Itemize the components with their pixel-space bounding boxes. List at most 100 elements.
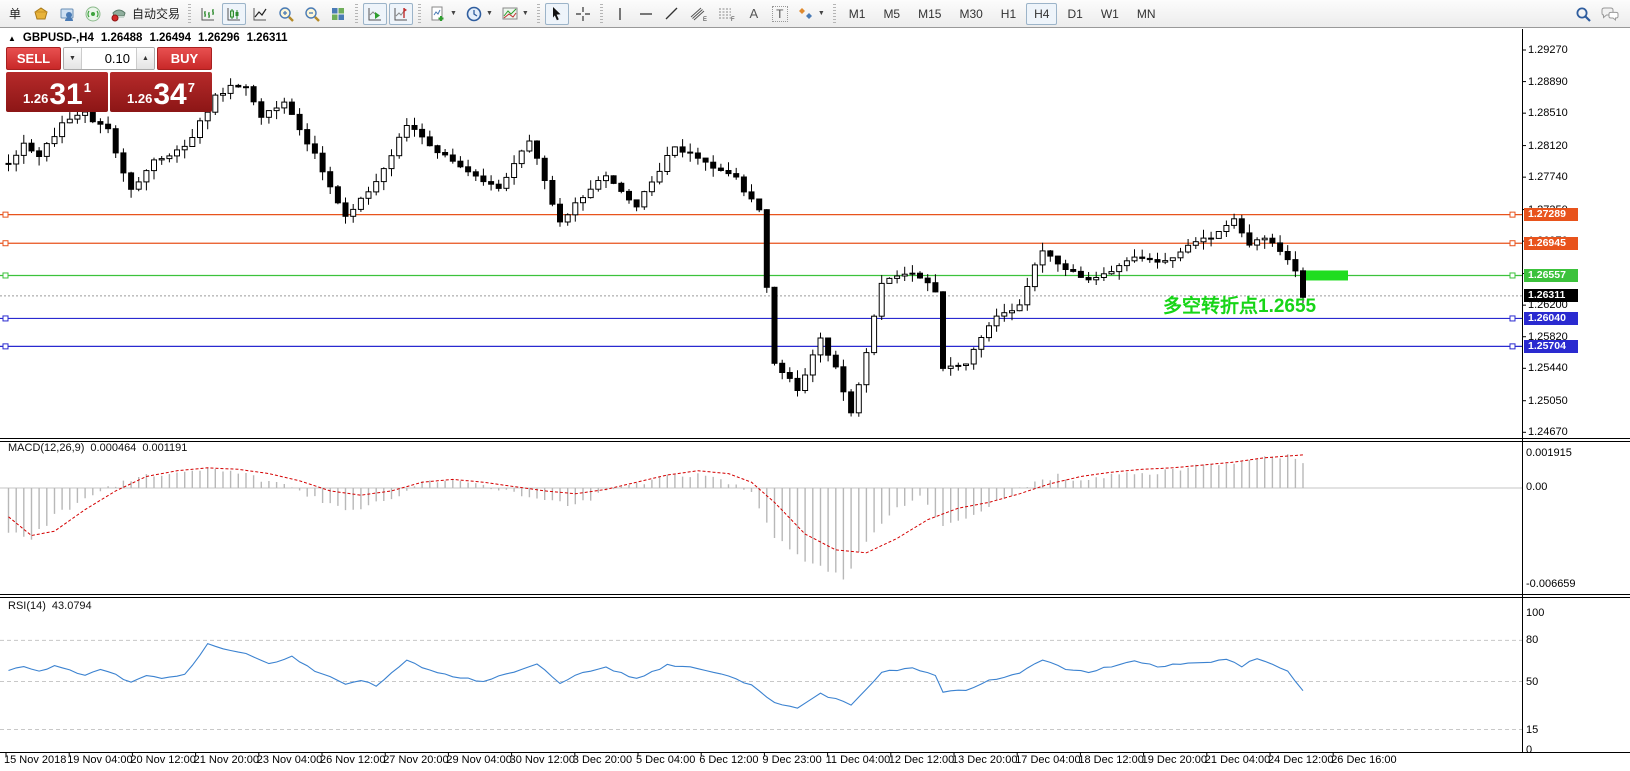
chart-canvas[interactable] [0, 29, 1630, 771]
time-tick-label: 24 Dec 12:00 [1268, 754, 1333, 766]
toolbar-separator [537, 4, 540, 24]
one-click-trading-panel: SELL ▼ 0.10 ▲ BUY 1.26 31 1 1.26 34 7 [6, 47, 212, 112]
collapse-panel-icon[interactable]: ▲ [8, 34, 16, 43]
buy-price-sup: 7 [188, 80, 195, 95]
time-tick-label: 5 Dec 04:00 [636, 754, 695, 766]
line-chart-button[interactable] [248, 3, 272, 25]
volume-decrease-button[interactable]: ▼ [64, 48, 82, 69]
high-value: 1.26494 [149, 32, 191, 44]
price-line-label: 1.26040 [1524, 312, 1578, 325]
zoom-out-button[interactable] [300, 3, 324, 25]
time-tick-label: 9 Dec 23:00 [762, 754, 821, 766]
indicators-button[interactable]: ▼ [426, 3, 460, 25]
wallet-icon[interactable] [29, 3, 53, 25]
timeframe-h4-button[interactable]: H4 [1026, 3, 1057, 25]
macd-signal-value: 0.001191 [142, 442, 187, 454]
time-tick-label: 23 Nov 04:00 [257, 754, 322, 766]
new-order-button[interactable]: 单 [3, 3, 27, 25]
time-tick-label: 29 Nov 04:00 [446, 754, 511, 766]
channel-sub-label: E [703, 17, 707, 23]
price-line-label: 1.25704 [1524, 340, 1578, 353]
price-tick-label: 1.25050 [1528, 395, 1568, 407]
price-tick-label: 1.27740 [1528, 171, 1568, 183]
text-label-button[interactable]: T [768, 3, 792, 25]
toolbar-separator [833, 4, 836, 24]
buy-price-panel[interactable]: 1.26 34 7 [110, 72, 212, 112]
autotrading-label: 自动交易 [132, 5, 180, 22]
templates-button[interactable]: ▼ [498, 3, 532, 25]
profile-icon[interactable] [55, 3, 79, 25]
time-tick-label: 26 Dec 16:00 [1331, 754, 1396, 766]
price-tick-label: 1.29270 [1528, 44, 1568, 56]
main-toolbar: 单 自动交易 ▼ ▼ [0, 0, 1630, 28]
channel-button[interactable]: E [686, 3, 712, 25]
rsi-level-label: 80 [1526, 634, 1538, 646]
candlestick-button[interactable] [222, 3, 246, 25]
sell-button[interactable]: SELL [6, 47, 61, 70]
price-line-label: 1.26311 [1524, 289, 1578, 302]
autotrading-button[interactable]: 自动交易 [107, 3, 183, 25]
chart-shift-button[interactable] [389, 3, 413, 25]
timeframe-m1-button[interactable]: M1 [841, 3, 874, 25]
timeframe-mn-button[interactable]: MN [1129, 3, 1164, 25]
sell-price-small: 1.26 [23, 91, 48, 106]
bar-chart-button[interactable] [196, 3, 220, 25]
time-tick-label: 27 Nov 20:00 [383, 754, 448, 766]
sell-price-sup: 1 [84, 80, 91, 95]
cursor-button[interactable] [545, 3, 569, 25]
time-tick-label: 30 Nov 12:00 [510, 754, 575, 766]
timeframe-m5-button[interactable]: M5 [875, 3, 908, 25]
new-order-label: 单 [9, 5, 21, 22]
panel-separator[interactable] [0, 438, 1630, 439]
panel-separator[interactable] [0, 441, 1630, 442]
timeframe-w1-button[interactable]: W1 [1093, 3, 1127, 25]
text-tool-label: A [749, 6, 758, 21]
arrows-button[interactable]: ▼ [794, 3, 828, 25]
volume-input[interactable]: 0.10 [82, 48, 136, 69]
crosshair-button[interactable] [571, 3, 595, 25]
search-icon[interactable] [1571, 3, 1595, 25]
panel-separator[interactable] [0, 597, 1630, 598]
trendline-button[interactable] [660, 3, 684, 25]
tile-windows-button[interactable] [326, 3, 350, 25]
timeframe-h1-button[interactable]: H1 [993, 3, 1024, 25]
chevron-down-icon: ▼ [522, 10, 529, 17]
price-axis-line [1522, 29, 1523, 752]
timeframe-d1-button[interactable]: D1 [1059, 3, 1090, 25]
timeframe-m15-button[interactable]: M15 [910, 3, 949, 25]
price-tick-label: 1.25440 [1528, 362, 1568, 374]
signals-icon[interactable] [81, 3, 105, 25]
pivot-annotation[interactable]: 多空转折点1.2655 [1163, 291, 1316, 318]
low-value: 1.26296 [198, 32, 240, 44]
fibonacci-button[interactable]: F [714, 3, 740, 25]
buy-price-small: 1.26 [127, 91, 152, 106]
zoom-in-button[interactable] [274, 3, 298, 25]
volume-increase-button[interactable]: ▲ [136, 48, 154, 69]
price-tick-label: 1.28890 [1528, 76, 1568, 88]
timeframe-m30-button[interactable]: M30 [951, 3, 990, 25]
macd-zero-label: 0.00 [1526, 481, 1547, 493]
chat-icon[interactable] [1597, 3, 1623, 25]
auto-scroll-button[interactable] [363, 3, 387, 25]
panel-separator[interactable] [0, 594, 1630, 595]
time-tick-label: 17 Dec 04:00 [1015, 754, 1080, 766]
chevron-down-icon: ▼ [450, 10, 457, 17]
macd-name: MACD(12,26,9) [8, 442, 84, 454]
periods-button[interactable]: ▼ [462, 3, 496, 25]
vertical-line-button[interactable] [608, 3, 632, 25]
timeframe-bar: M1M5M15M30H1H4D1W1MN [840, 3, 1165, 25]
price-line-label: 1.26945 [1524, 237, 1578, 250]
time-tick-label: 18 Dec 12:00 [1078, 754, 1143, 766]
buy-price-big: 34 [153, 81, 186, 109]
chart-window[interactable]: ▲ GBPUSD-,H4 1.26488 1.26494 1.26296 1.2… [0, 29, 1630, 771]
horizontal-line-button[interactable] [634, 3, 658, 25]
time-tick-label: 6 Dec 12:00 [699, 754, 758, 766]
sell-price-panel[interactable]: 1.26 31 1 [6, 72, 108, 112]
close-value: 1.26311 [247, 32, 288, 44]
text-button[interactable]: A [742, 3, 766, 25]
toolbar-separator [188, 4, 191, 24]
textbox-tool-label: T [772, 6, 787, 22]
toolbar-separator [418, 4, 421, 24]
toolbar-separator [355, 4, 358, 24]
buy-button[interactable]: BUY [157, 47, 212, 70]
